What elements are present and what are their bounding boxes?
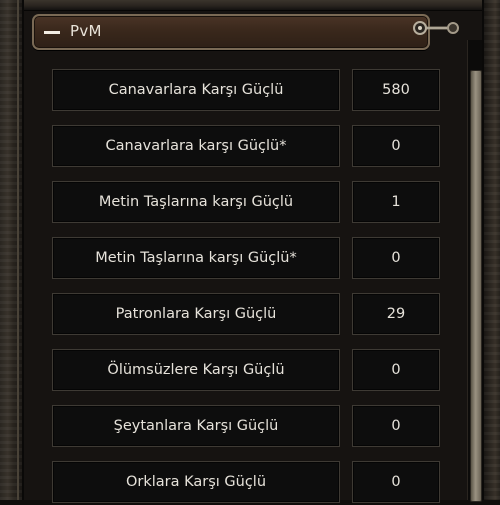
stat-label: Patronlara Karşı Güçlü <box>52 293 340 335</box>
window-left-border <box>0 0 24 500</box>
stat-value: 0 <box>352 405 440 447</box>
stat-label: Metin Taşlarına karşı Güçlü <box>52 181 340 223</box>
minus-icon[interactable] <box>44 31 60 34</box>
stat-value: 0 <box>352 125 440 167</box>
stat-label: Orklara Karşı Güçlü <box>52 461 340 503</box>
pvm-section-header[interactable]: PvM <box>32 14 430 50</box>
stat-label: Metin Taşlarına karşı Güçlü* <box>52 237 340 279</box>
stat-label: Canavarlara karşı Güçlü* <box>52 125 340 167</box>
stat-value: 0 <box>352 349 440 391</box>
scrollbar[interactable] <box>467 40 482 502</box>
stat-row: Orklara Karşı Güçlü 0 <box>52 461 442 505</box>
stat-label: Canavarlara Karşı Güçlü <box>52 69 340 111</box>
stat-label: Şeytanlara Karşı Güçlü <box>52 405 340 447</box>
stat-value: 0 <box>352 461 440 503</box>
window-right-border <box>482 0 500 500</box>
pin-icon <box>413 21 459 35</box>
stats-window: PvM Canavarlara Karşı Güçlü 580 Canavarl… <box>0 0 500 503</box>
stat-label: Ölümsüzlere Karşı Güçlü <box>52 349 340 391</box>
stat-row: Şeytanlara Karşı Güçlü 0 <box>52 405 442 449</box>
stat-row: Ölümsüzlere Karşı Güçlü 0 <box>52 349 442 393</box>
section-title: PvM <box>70 22 102 40</box>
stat-value: 0 <box>352 237 440 279</box>
stat-row: Metin Taşlarına karşı Güçlü 1 <box>52 181 442 225</box>
window-top-border <box>22 0 484 11</box>
stat-row: Metin Taşlarına karşı Güçlü* 0 <box>52 237 442 281</box>
scrollbar-thumb[interactable] <box>470 70 482 502</box>
stat-value: 29 <box>352 293 440 335</box>
stat-row: Patronlara Karşı Güçlü 29 <box>52 293 442 337</box>
stat-row: Canavarlara karşı Güçlü* 0 <box>52 125 442 169</box>
stat-value: 1 <box>352 181 440 223</box>
stat-row: Canavarlara Karşı Güçlü 580 <box>52 69 442 113</box>
stat-value: 580 <box>352 69 440 111</box>
